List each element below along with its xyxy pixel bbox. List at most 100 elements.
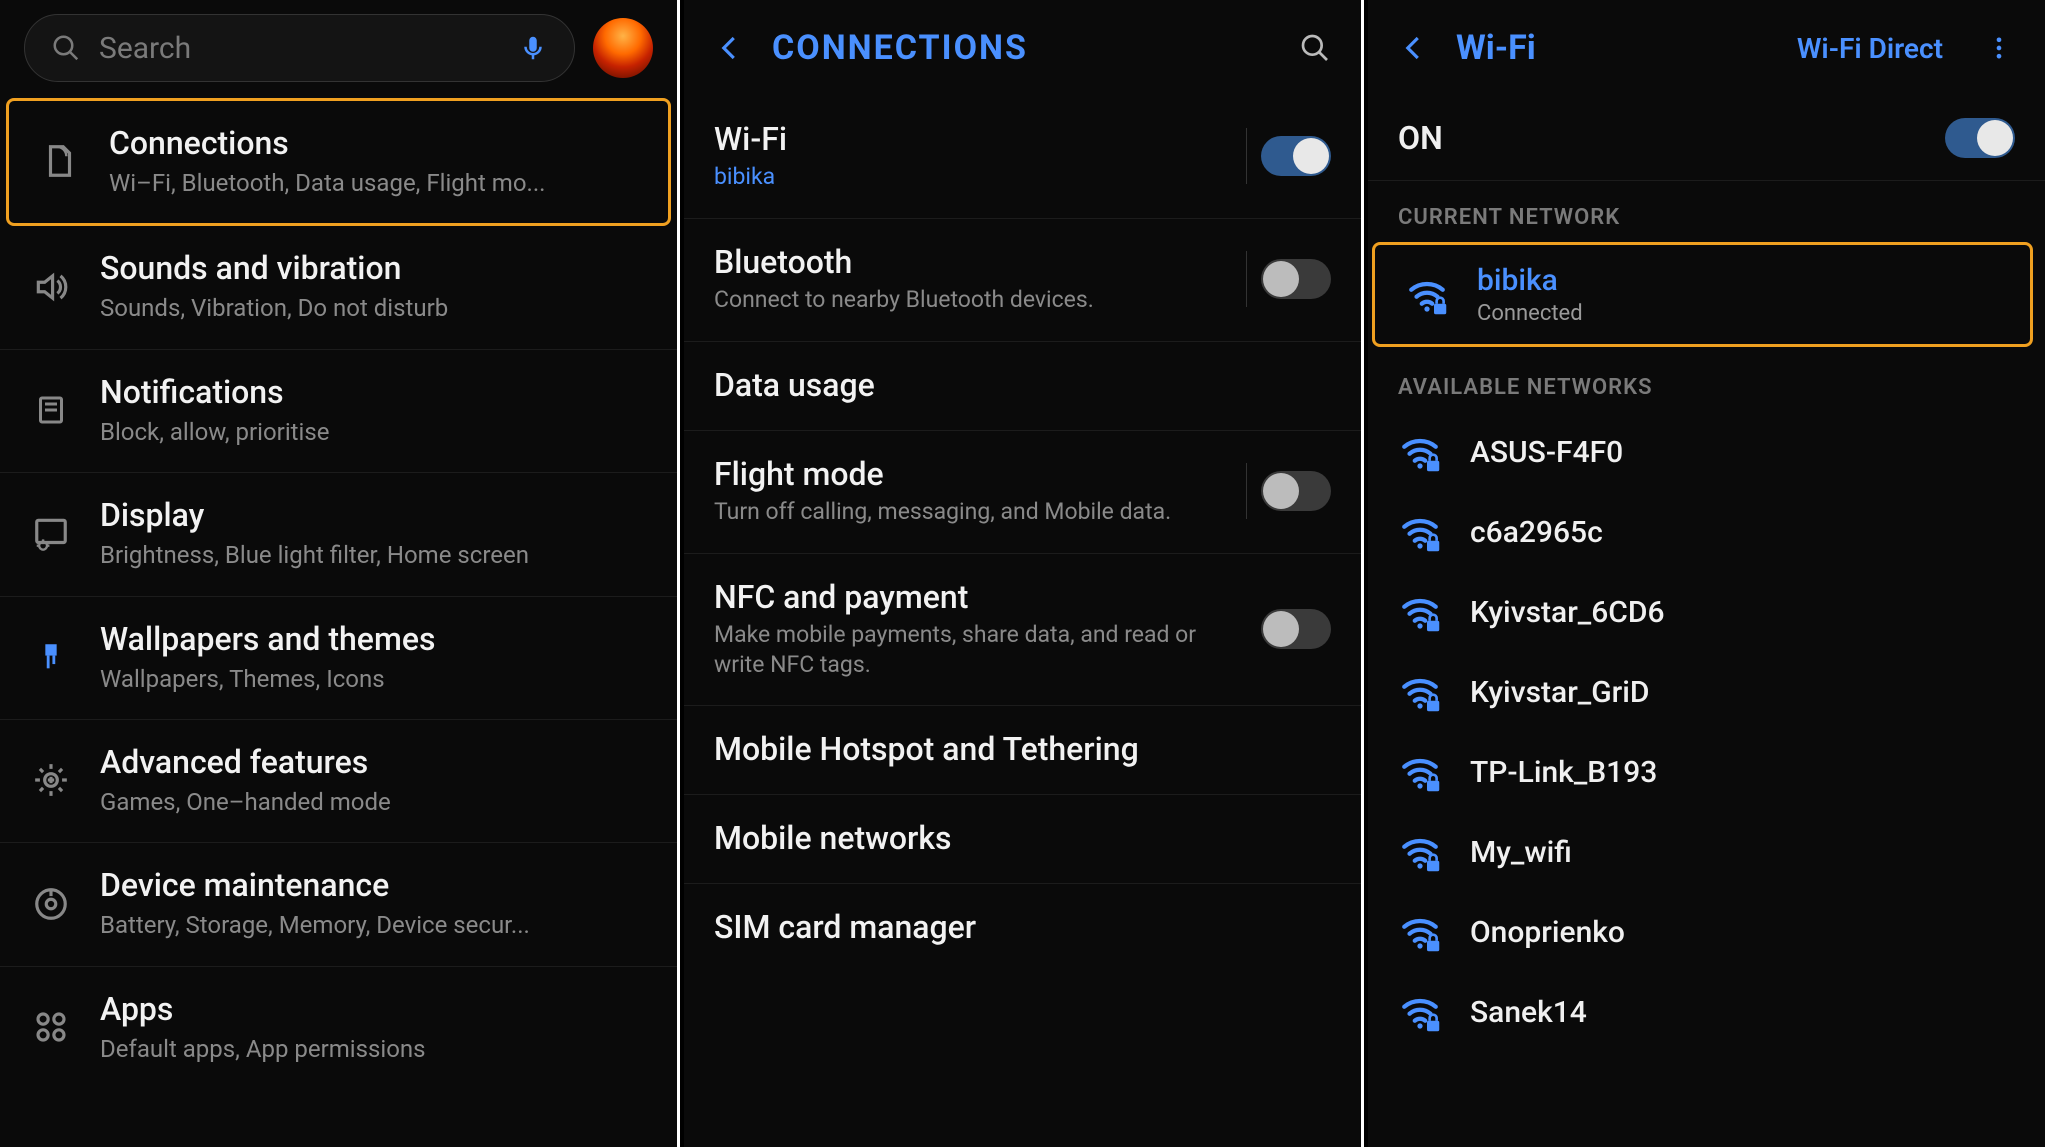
header-title: Wi-Fi: [1456, 28, 1777, 68]
connections-item-data-usage[interactable]: Data usage: [684, 342, 1361, 431]
on-label: ON: [1398, 119, 1945, 157]
connections-item-wifi[interactable]: Wi-Fi bibika: [684, 96, 1361, 219]
item-subtitle: Block, allow, prioritise: [100, 416, 649, 448]
connections-item-bluetooth[interactable]: Bluetooth Connect to nearby Bluetooth de…: [684, 219, 1361, 342]
current-network-highlight: bibika Connected: [1372, 242, 2033, 347]
network-ssid: c6a2965c: [1470, 515, 1603, 550]
item-subtitle: Games, One–handed mode: [100, 786, 649, 818]
wifi-master-switch-row[interactable]: ON: [1368, 96, 2045, 181]
settings-panel: Search Connections Wi–Fi, Bluetooth, Dat…: [0, 0, 680, 1147]
network-ssid: bibika: [1477, 263, 1583, 298]
network-ssid: Kyivstar_6CD6: [1470, 595, 1665, 630]
network-ssid: Onoprienko: [1470, 915, 1625, 950]
settings-item-connections[interactable]: Connections Wi–Fi, Bluetooth, Data usage…: [6, 98, 671, 226]
item-subtitle: Sounds, Vibration, Do not disturb: [100, 292, 649, 324]
wifi-secured-icon: [1398, 750, 1442, 794]
settings-item-sounds[interactable]: Sounds and vibration Sounds, Vibration, …: [0, 226, 677, 349]
wifi-master-toggle[interactable]: [1945, 118, 2015, 158]
item-title: Device maintenance: [100, 865, 649, 905]
item-title: Advanced features: [100, 742, 649, 782]
item-subtitle: Wallpapers, Themes, Icons: [100, 663, 649, 695]
wifi-toggle[interactable]: [1261, 136, 1331, 176]
item-title: Mobile networks: [714, 819, 1331, 857]
available-network-row[interactable]: Sanek14: [1368, 972, 2045, 1052]
item-title: Notifications: [100, 372, 649, 412]
item-subtitle: Connect to nearby Bluetooth devices.: [714, 285, 1228, 315]
brush-icon: [30, 636, 72, 678]
search-icon: [51, 33, 81, 63]
settings-item-notifications[interactable]: Notifications Block, allow, prioritise: [0, 350, 677, 473]
connections-item-hotspot[interactable]: Mobile Hotspot and Tethering: [684, 706, 1361, 795]
wifi-header: Wi-Fi Wi-Fi Direct: [1368, 0, 2045, 96]
wifi-panel: Wi-Fi Wi-Fi Direct ON CURRENT NETWORK bi…: [1368, 0, 2048, 1147]
back-button[interactable]: [708, 26, 752, 70]
settings-search[interactable]: Search: [24, 14, 575, 82]
item-title: Apps: [100, 989, 649, 1029]
item-title: Display: [100, 495, 649, 535]
search-button[interactable]: [1293, 26, 1337, 70]
back-button[interactable]: [1392, 26, 1436, 70]
connections-item-mobile-networks[interactable]: Mobile networks: [684, 795, 1361, 884]
search-placeholder: Search: [99, 31, 500, 66]
wifi-secured-icon: [1398, 670, 1442, 714]
settings-topbar: Search: [0, 0, 677, 96]
available-networks-list: ASUS-F4F0 c6a2965c Kyivstar_6CD6 Kyivsta…: [1368, 412, 2045, 1052]
header-title: CONNECTIONS: [772, 28, 1273, 68]
current-network-row[interactable]: bibika Connected: [1375, 245, 2030, 344]
nfc-toggle[interactable]: [1261, 609, 1331, 649]
divider: [1246, 128, 1247, 184]
available-network-row[interactable]: ASUS-F4F0: [1368, 412, 2045, 492]
settings-list: Connections Wi–Fi, Bluetooth, Data usage…: [0, 96, 677, 1089]
wifi-secured-icon: [1398, 430, 1442, 474]
available-network-row[interactable]: My_wifi: [1368, 812, 2045, 892]
bluetooth-toggle[interactable]: [1261, 259, 1331, 299]
connections-header: CONNECTIONS: [684, 0, 1361, 96]
available-network-row[interactable]: TP-Link_B193: [1368, 732, 2045, 812]
item-title: Data usage: [714, 366, 1331, 404]
wifi-direct-button[interactable]: Wi-Fi Direct: [1797, 32, 1943, 65]
wifi-secured-icon: [1398, 990, 1442, 1034]
apps-icon: [30, 1006, 72, 1048]
gear-plus-icon: [30, 759, 72, 801]
connections-panel: CONNECTIONS Wi-Fi bibika Bluetooth Conne…: [684, 0, 1364, 1147]
settings-item-display[interactable]: Display Brightness, Blue light filter, H…: [0, 473, 677, 596]
connections-item-sim-manager[interactable]: SIM card manager: [684, 884, 1361, 972]
item-title: Flight mode: [714, 455, 1228, 493]
connections-item-nfc[interactable]: NFC and payment Make mobile payments, sh…: [684, 554, 1361, 707]
network-ssid: TP-Link_B193: [1470, 755, 1657, 790]
section-available-label: AVAILABLE NETWORKS: [1368, 351, 2045, 412]
available-network-row[interactable]: Kyivstar_GriD: [1368, 652, 2045, 732]
wifi-secured-icon: [1398, 510, 1442, 554]
settings-item-maintenance[interactable]: Device maintenance Battery, Storage, Mem…: [0, 843, 677, 966]
available-network-row[interactable]: Kyivstar_6CD6: [1368, 572, 2045, 652]
available-network-row[interactable]: Onoprienko: [1368, 892, 2045, 972]
item-title: SIM card manager: [714, 908, 1331, 946]
settings-item-advanced[interactable]: Advanced features Games, One–handed mode: [0, 720, 677, 843]
network-ssid: My_wifi: [1470, 835, 1572, 870]
sound-icon: [30, 266, 72, 308]
network-status: Connected: [1477, 301, 1583, 326]
item-subtitle: Default apps, App permissions: [100, 1033, 649, 1065]
item-title: Wallpapers and themes: [100, 619, 649, 659]
network-ssid: ASUS-F4F0: [1470, 435, 1623, 470]
flight-mode-toggle[interactable]: [1261, 471, 1331, 511]
section-current-label: CURRENT NETWORK: [1368, 181, 2045, 242]
wifi-secured-icon: [1398, 590, 1442, 634]
maintenance-icon: [30, 883, 72, 925]
available-network-row[interactable]: c6a2965c: [1368, 492, 2045, 572]
settings-item-wallpapers[interactable]: Wallpapers and themes Wallpapers, Themes…: [0, 597, 677, 720]
more-menu-button[interactable]: [1977, 26, 2021, 70]
notifications-icon: [30, 389, 72, 431]
wifi-secured-icon: [1398, 910, 1442, 954]
display-icon: [30, 512, 72, 554]
sim-icon: [39, 140, 81, 182]
settings-item-apps[interactable]: Apps Default apps, App permissions: [0, 967, 677, 1089]
item-title: NFC and payment: [714, 578, 1243, 616]
connections-item-flight-mode[interactable]: Flight mode Turn off calling, messaging,…: [684, 431, 1361, 554]
item-title: Mobile Hotspot and Tethering: [714, 730, 1331, 768]
item-subtitle: Turn off calling, messaging, and Mobile …: [714, 497, 1228, 527]
mic-icon[interactable]: [518, 33, 548, 63]
network-ssid: Sanek14: [1470, 995, 1587, 1030]
profile-avatar[interactable]: [593, 18, 653, 78]
divider: [1246, 251, 1247, 307]
